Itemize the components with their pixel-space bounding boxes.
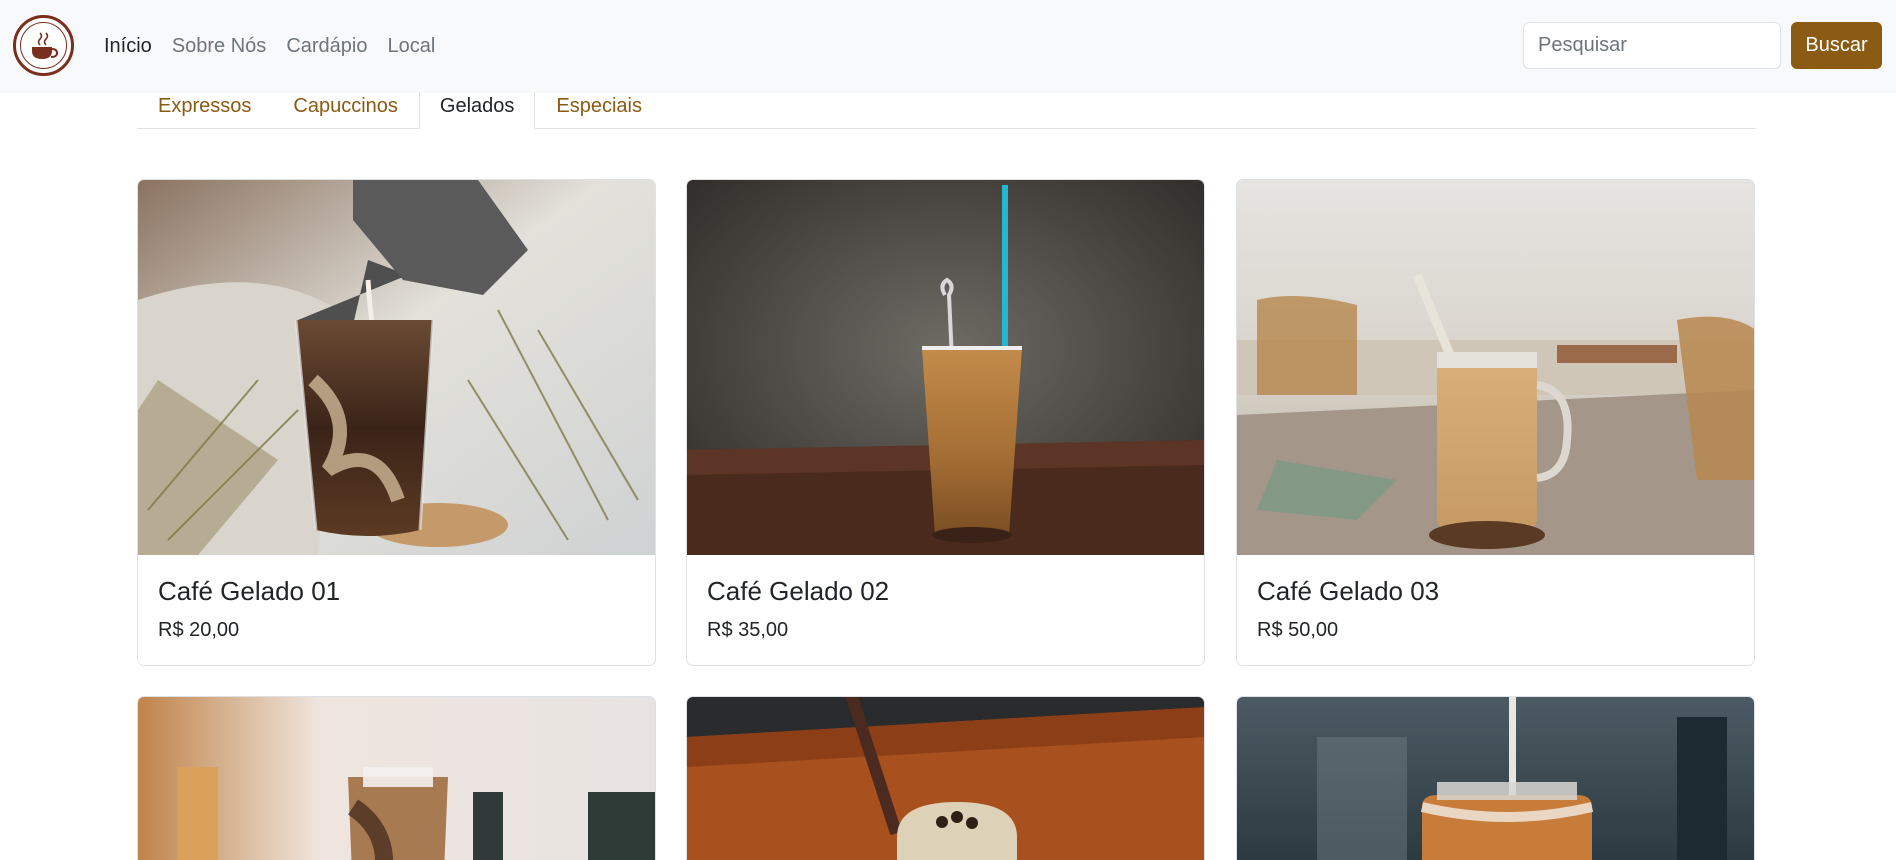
product-image: [687, 180, 1204, 555]
product-card[interactable]: Café Gelado 02 R$ 35,00: [686, 179, 1205, 666]
product-card[interactable]: Café Gelado 01 R$ 20,00: [137, 179, 656, 666]
search-input[interactable]: [1523, 22, 1781, 69]
nav-links: Início Sobre Nós Cardápio Local: [104, 33, 455, 59]
product-image: [1237, 697, 1754, 860]
logo[interactable]: [13, 15, 74, 76]
product-image: [687, 697, 1204, 860]
product-price: R$ 50,00: [1257, 619, 1339, 641]
product-card-body: Café Gelado 03 R$ 50,00: [1237, 555, 1754, 665]
product-card-body: Café Gelado 02 R$ 35,00: [687, 555, 1204, 665]
product-image: [138, 180, 655, 555]
nav-link-inicio[interactable]: Início: [104, 33, 152, 59]
nav-link-local[interactable]: Local: [387, 33, 435, 59]
product-price: R$ 20,00: [158, 619, 240, 641]
nav-link-sobre-nos[interactable]: Sobre Nós: [172, 33, 267, 59]
product-card-body: Café Gelado 01 R$ 20,00: [138, 555, 655, 665]
product-name: Café Gelado 01: [158, 576, 341, 606]
product-card[interactable]: [137, 696, 656, 860]
search-button[interactable]: Buscar: [1791, 22, 1882, 69]
product-price: R$ 35,00: [707, 619, 789, 641]
product-image: [138, 697, 655, 860]
product-card[interactable]: [686, 696, 1205, 860]
nav-link-cardapio[interactable]: Cardápio: [286, 33, 367, 59]
product-card[interactable]: [1236, 696, 1755, 860]
coffee-cup-icon: [20, 22, 67, 69]
product-name: Café Gelado 02: [707, 576, 890, 606]
product-image: [1237, 180, 1754, 555]
product-card[interactable]: Café Gelado 03 R$ 50,00: [1236, 179, 1755, 666]
product-name: Café Gelado 03: [1257, 576, 1440, 606]
navbar: Início Sobre Nós Cardápio Local Buscar: [0, 0, 1896, 92]
